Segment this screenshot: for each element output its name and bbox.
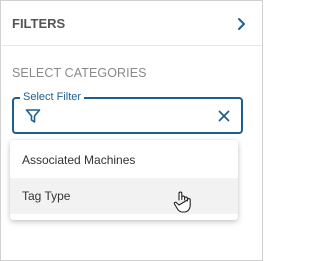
filters-panel: FILTERS SELECT CATEGORIES Select Filter … <box>0 0 263 261</box>
collapse-button[interactable] <box>233 16 249 32</box>
field-label: Select Filter <box>20 91 85 103</box>
select-filter-field[interactable]: Select Filter <box>12 91 243 134</box>
panel-title: FILTERS <box>12 16 66 31</box>
filter-icon <box>25 108 41 124</box>
header-divider <box>2 45 261 46</box>
chevron-right-icon <box>238 18 245 30</box>
filter-dropdown-menu: Associated Machines Tag Type <box>10 140 238 220</box>
section-label: SELECT CATEGORIES <box>12 66 147 80</box>
option-associated-machines[interactable]: Associated Machines <box>10 142 238 178</box>
select-filter-input[interactable] <box>50 106 200 126</box>
option-tag-type[interactable]: Tag Type <box>10 178 238 214</box>
close-icon <box>218 110 230 122</box>
clear-filter-button[interactable] <box>217 109 231 123</box>
hand-pointer-icon <box>173 190 193 214</box>
filters-header: FILTERS <box>12 14 251 34</box>
